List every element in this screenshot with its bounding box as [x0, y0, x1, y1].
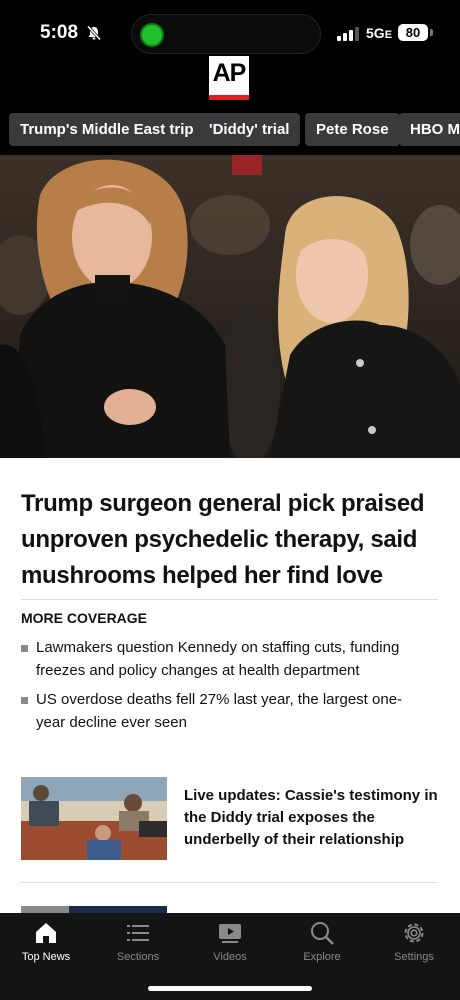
courtroom-sketch-icon — [21, 777, 167, 860]
bullet-marker — [21, 645, 28, 652]
logo-text: AP — [212, 59, 247, 87]
topic-chip[interactable]: Trump's Middle East trip — [9, 113, 205, 146]
tab-explore[interactable]: Explore — [276, 913, 368, 973]
house-icon — [36, 923, 56, 943]
battery-tip — [430, 29, 433, 36]
secondary-story-title[interactable]: Live updates: Cassie's testimony in the … — [184, 785, 444, 851]
tab-label: Videos — [213, 951, 247, 963]
home-indicator[interactable] — [148, 986, 312, 991]
activity-indicator-icon — [140, 23, 164, 47]
list-icon — [127, 925, 149, 941]
tab-label: Top News — [21, 951, 71, 963]
tab-sections[interactable]: Sections — [92, 913, 184, 973]
tab-label: Sections — [116, 951, 160, 963]
more-coverage-label: MORE COVERAGE — [21, 610, 148, 626]
dynamic-island[interactable] — [131, 14, 321, 54]
divider — [21, 599, 438, 600]
tab-label: Explore — [303, 951, 341, 963]
related-story-text: Lawmakers question Kennedy on staffing c… — [36, 639, 400, 679]
divider — [21, 882, 438, 883]
tab-settings[interactable]: Settings — [368, 913, 460, 973]
related-story-link[interactable]: US overdose deaths fell 27% last year, t… — [21, 688, 421, 734]
cellular-signal-icon — [337, 27, 359, 41]
gear-icon — [404, 923, 424, 943]
battery-level: 80 — [398, 24, 428, 41]
tab-top-news[interactable]: Top News — [0, 913, 92, 973]
bullet-marker — [21, 697, 28, 704]
topic-chip[interactable]: Pete Rose — [305, 113, 400, 146]
next-story-thumbnail-part — [21, 906, 69, 913]
topic-chip[interactable]: HBO Ma — [399, 113, 460, 146]
ap-logo[interactable]: AP — [209, 56, 249, 100]
article-feed: Trump surgeon general pick praised unpro… — [0, 458, 460, 913]
topic-chip[interactable]: 'Diddy' trial — [198, 113, 301, 146]
tab-videos[interactable]: Videos — [184, 913, 276, 973]
related-story-text: US overdose deaths fell 27% last year, t… — [36, 691, 403, 731]
bell-muted-icon — [86, 25, 102, 41]
related-story-link[interactable]: Lawmakers question Kennedy on staffing c… — [21, 636, 421, 682]
tab-label: Settings — [394, 951, 434, 963]
main-headline[interactable]: Trump surgeon general pick praised unpro… — [21, 486, 441, 594]
status-time: 5:08 — [40, 22, 79, 43]
topic-chips: Trump's Middle East trip 'Diddy' trial P… — [0, 113, 460, 147]
story-thumbnail[interactable] — [21, 777, 167, 860]
network-type: 5GE — [366, 25, 393, 41]
status-bar: 5:08 5GE 80 — [0, 0, 460, 54]
video-icon — [219, 924, 241, 943]
logo-underline — [209, 95, 249, 100]
search-icon — [311, 922, 334, 945]
photo-two-women-icon — [0, 155, 460, 458]
hero-image[interactable] — [0, 155, 460, 458]
